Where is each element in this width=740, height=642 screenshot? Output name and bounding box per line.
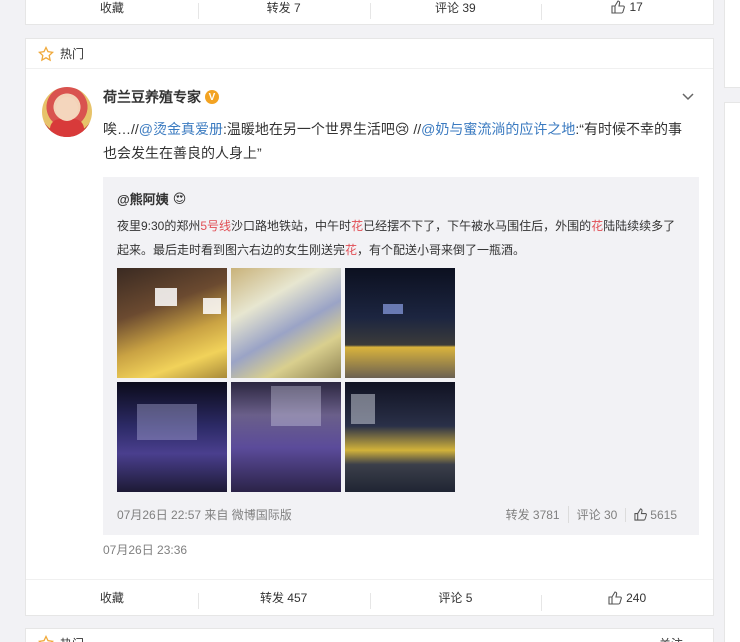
thumbs-up-icon — [608, 590, 623, 605]
thumbs-up-icon — [611, 0, 626, 14]
author-row: 荷兰豆养殖专家 V — [103, 87, 219, 107]
mention-link[interactable]: @烫金真爱册 — [139, 121, 223, 137]
repost-stats: 转发 3781 评论 30 5615 — [498, 506, 685, 523]
star-icon — [38, 635, 54, 642]
hot-label: 热门 — [60, 635, 84, 642]
verified-badge-icon: V — [205, 90, 219, 104]
forward-button[interactable]: 转发 7 — [197, 0, 370, 19]
repost-author-name[interactable]: @熊阿姨 — [117, 189, 169, 208]
photo-thumbnail-6[interactable] — [345, 382, 455, 492]
photo-thumbnail-5[interactable] — [231, 382, 341, 492]
repost-text: 夜里9:30的郑州5号线沙口路地铁站，中午时花已经摆不下了，下午被水马围住后，外… — [117, 214, 685, 262]
photo-thumbnail-1[interactable] — [117, 268, 227, 378]
right-sidebar-card — [724, 0, 740, 88]
photo-thumbnail-2[interactable] — [231, 268, 341, 378]
post-timestamp[interactable]: 07月26日 23:36 — [103, 541, 697, 577]
repost-meta: 07月26日 22:57 来自 微博国际版 转发 3781 评论 30 5615 — [117, 506, 685, 523]
photo-thumbnail-3[interactable] — [345, 268, 455, 378]
highlight-keyword[interactable]: 5号线 — [200, 219, 231, 233]
right-sidebar-card-2 — [724, 102, 740, 642]
highlight-keyword[interactable]: 花 — [591, 219, 603, 233]
repost-comment-button[interactable]: 评论 30 — [567, 506, 626, 523]
repost-timestamp[interactable]: 07月26日 22:57 来自 微博国际版 — [117, 506, 292, 523]
next-post-card: 热门 关注 — [25, 628, 714, 642]
chevron-down-icon[interactable] — [681, 89, 695, 103]
comment-button[interactable]: 评论 5 — [369, 589, 542, 609]
comment-button[interactable]: 评论 39 — [369, 0, 542, 19]
post-text: 唉…//@烫金真爱册:温暖地在另一个世界生活吧😢 //@奶与蜜流淌的应许之地:“… — [103, 117, 693, 165]
repost-text-part: 沙口路地铁站，中午时 — [231, 219, 352, 233]
collect-label: 收藏 — [99, 0, 124, 15]
follow-button[interactable]: 关注 — [659, 635, 683, 642]
image-grid — [117, 268, 685, 492]
collect-button[interactable]: 收藏 — [26, 0, 198, 16]
forward-button[interactable]: 转发 457 — [197, 589, 370, 609]
like-count: 240 — [626, 590, 647, 605]
thumbs-up-icon — [634, 508, 648, 521]
like-button[interactable]: 17 — [541, 0, 713, 20]
repost-text-part: ，有个配送小哥来倒了一瓶酒。 — [357, 243, 526, 257]
heart-eyes-emoji-icon: 😍 — [172, 190, 187, 206]
repost-like-count: 5615 — [650, 507, 677, 522]
avatar[interactable] — [42, 87, 92, 137]
repost-text-part: 夜里9:30的郑州 — [117, 219, 201, 233]
star-icon — [38, 45, 54, 61]
hot-header: 热门 关注 — [26, 629, 713, 642]
photo-thumbnail-4[interactable] — [117, 382, 227, 492]
repost-author-row: @熊阿姨 😍 — [117, 189, 685, 208]
crying-emoji-icon: 😢 — [394, 121, 410, 137]
post-body: 荷兰豆养殖专家 V 唉…//@烫金真爱册:温暖地在另一个世界生活吧😢 //@奶与… — [26, 69, 713, 577]
text-sep: // — [409, 121, 422, 137]
previous-post-action-bar: 收藏 转发 7 评论 39 17 — [25, 0, 714, 25]
repost-forward-button[interactable]: 转发 3781 — [498, 506, 568, 523]
text-prefix: 唉…// — [103, 121, 139, 137]
post-action-bar: 收藏 转发 457 评论 5 240 — [26, 579, 713, 615]
reposted-content[interactable]: @熊阿姨 😍 夜里9:30的郑州5号线沙口路地铁站，中午时花已经摆不下了，下午被… — [103, 177, 699, 535]
repost-like-button[interactable]: 5615 — [625, 507, 685, 522]
highlight-keyword[interactable]: 花 — [345, 243, 357, 257]
like-count: 17 — [629, 0, 643, 14]
hot-header: 热门 — [26, 39, 713, 69]
hot-label: 热门 — [60, 47, 85, 61]
forward-label: 转发 7 — [266, 0, 301, 15]
like-button[interactable]: 240 — [541, 590, 713, 611]
author-name[interactable]: 荷兰豆养殖专家 — [103, 87, 201, 107]
weibo-post-card: 热门 荷兰豆养殖专家 V 唉…//@烫金真爱册:温暖地在另一个世界生活吧😢 //… — [25, 38, 714, 616]
forward-label: 转发 457 — [259, 591, 308, 605]
repost-text-part: 已经摆不下了，下午被水马围住后，外围的 — [363, 219, 592, 233]
collect-label: 收藏 — [99, 591, 124, 605]
comment-label: 评论 5 — [438, 591, 473, 605]
collect-button[interactable]: 收藏 — [26, 589, 198, 606]
mention-link[interactable]: @奶与蜜流淌的应许之地 — [421, 121, 575, 137]
comment-label: 评论 39 — [435, 0, 476, 15]
highlight-keyword[interactable]: 花 — [351, 219, 363, 233]
text-mid: :温暖地在另一个世界生活吧 — [223, 121, 395, 137]
